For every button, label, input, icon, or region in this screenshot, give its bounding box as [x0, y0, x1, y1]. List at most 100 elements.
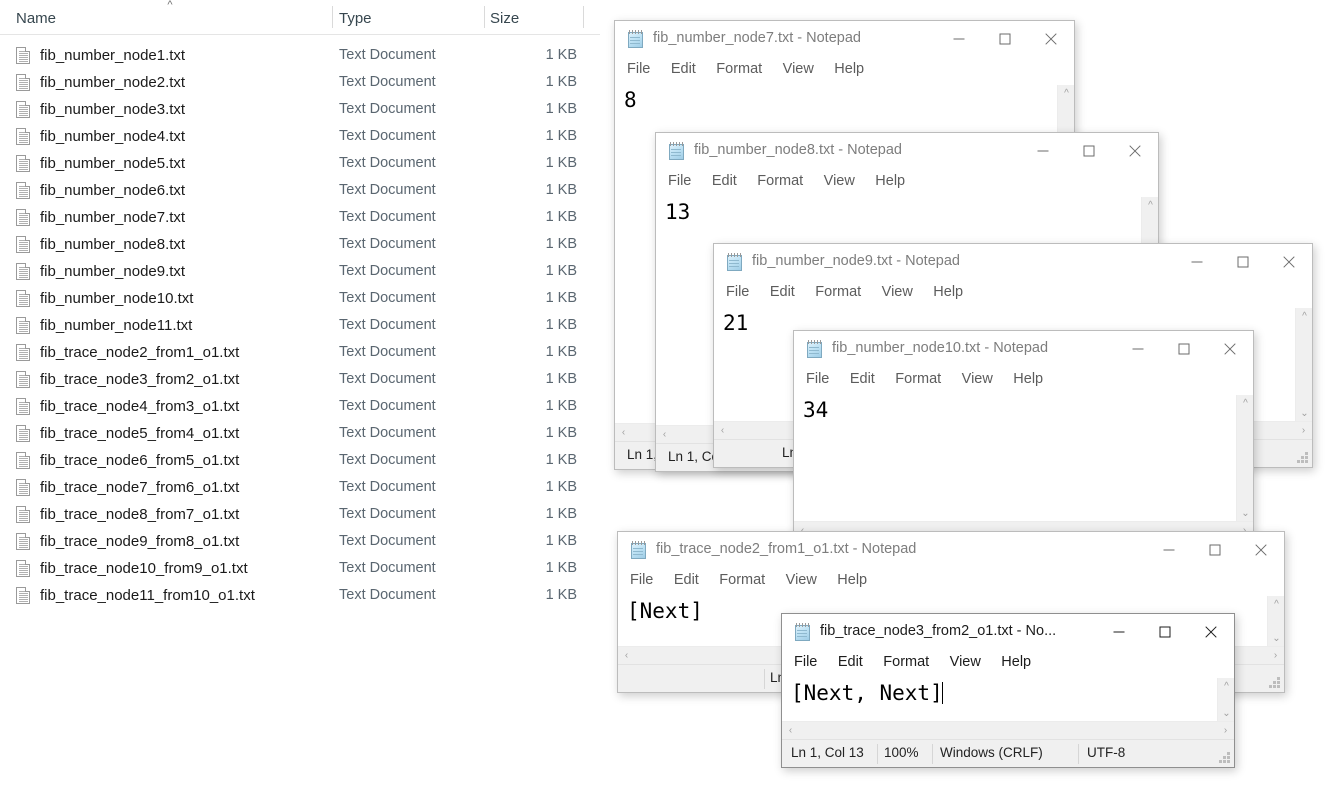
notepad-window-fib-trace-node3-active[interactable]: fib_trace_node3_from2_o1.txt - No... Fil…: [781, 613, 1235, 768]
menu-item-format[interactable]: Format: [757, 168, 803, 194]
horizontal-scrollbar[interactable]: ‹ ›: [782, 721, 1234, 739]
menu-item-help[interactable]: Help: [837, 567, 867, 593]
scroll-down-icon[interactable]: ⌄: [1218, 705, 1234, 722]
scroll-right-icon[interactable]: ›: [1267, 647, 1284, 664]
notepad-window-fib-number-node10[interactable]: fib_number_node10.txt - Notepad File Edi…: [793, 330, 1254, 540]
table-row[interactable]: fib_trace_node7_from6_o1.txt Text Documen…: [0, 474, 600, 501]
table-row[interactable]: fib_number_node1.txt Text Document 1 KB: [0, 42, 600, 69]
menu-item-edit[interactable]: Edit: [838, 649, 863, 675]
title-bar[interactable]: fib_trace_node2_from1_o1.txt - Notepad: [618, 532, 1284, 567]
table-row[interactable]: fib_number_node9.txt Text Document 1 KB: [0, 258, 600, 285]
table-row[interactable]: fib_trace_node8_from7_o1.txt Text Documen…: [0, 501, 600, 528]
menu-item-file[interactable]: File: [627, 56, 650, 82]
menu-item-view[interactable]: View: [824, 168, 855, 194]
table-row[interactable]: fib_number_node11.txt Text Document 1 KB: [0, 312, 600, 339]
vertical-scrollbar[interactable]: ^ ⌄: [1217, 678, 1234, 722]
title-bar[interactable]: fib_number_node8.txt - Notepad: [656, 133, 1158, 168]
vertical-scrollbar[interactable]: ^ ⌄: [1236, 395, 1253, 522]
menu-item-file[interactable]: File: [794, 649, 817, 675]
minimize-button[interactable]: [1115, 331, 1161, 366]
menu-item-edit[interactable]: Edit: [850, 366, 875, 392]
menu-item-file[interactable]: File: [806, 366, 829, 392]
minimize-button[interactable]: [1146, 532, 1192, 567]
scroll-up-icon[interactable]: ^: [1268, 596, 1284, 613]
menu-item-edit[interactable]: Edit: [770, 279, 795, 305]
text-editor-area[interactable]: 34 ^ ⌄: [794, 395, 1253, 522]
column-divider[interactable]: [583, 6, 584, 28]
scroll-up-icon[interactable]: ^: [1058, 85, 1074, 102]
table-row[interactable]: fib_number_node10.txt Text Document 1 KB: [0, 285, 600, 312]
menu-item-format[interactable]: Format: [719, 567, 765, 593]
minimize-button[interactable]: [936, 21, 982, 56]
table-row[interactable]: fib_trace_node9_from8_o1.txt Text Documen…: [0, 528, 600, 555]
menu-item-format[interactable]: Format: [716, 56, 762, 82]
resize-gripper[interactable]: [1217, 750, 1230, 763]
menu-item-edit[interactable]: Edit: [674, 567, 699, 593]
table-row[interactable]: fib_trace_node2_from1_o1.txt Text Documen…: [0, 339, 600, 366]
column-header-size[interactable]: Size: [490, 10, 519, 27]
menu-item-file[interactable]: File: [668, 168, 691, 194]
menu-item-file[interactable]: File: [630, 567, 653, 593]
title-bar[interactable]: fib_number_node7.txt - Notepad: [615, 21, 1074, 56]
table-row[interactable]: fib_number_node4.txt Text Document 1 KB: [0, 123, 600, 150]
scroll-down-icon[interactable]: ⌄: [1268, 630, 1284, 647]
menu-item-view[interactable]: View: [786, 567, 817, 593]
menu-item-help[interactable]: Help: [933, 279, 963, 305]
title-bar[interactable]: fib_number_node9.txt - Notepad: [714, 244, 1312, 279]
scroll-up-icon[interactable]: ^: [1142, 197, 1158, 214]
close-button[interactable]: [1266, 244, 1312, 279]
scroll-right-icon[interactable]: ›: [1217, 722, 1234, 739]
table-row[interactable]: fib_trace_node5_from4_o1.txt Text Documen…: [0, 420, 600, 447]
maximize-button[interactable]: [1066, 133, 1112, 168]
resize-gripper[interactable]: [1267, 675, 1280, 688]
maximize-button[interactable]: [982, 21, 1028, 56]
maximize-button[interactable]: [1161, 331, 1207, 366]
column-header-name[interactable]: Name: [16, 10, 56, 27]
menu-item-view[interactable]: View: [783, 56, 814, 82]
maximize-button[interactable]: [1142, 614, 1188, 649]
table-row[interactable]: fib_trace_node10_from9_o1.txt Text Docume…: [0, 555, 600, 582]
scroll-left-icon[interactable]: ‹: [656, 426, 673, 443]
scroll-up-icon[interactable]: ^: [1218, 678, 1234, 695]
column-divider[interactable]: [332, 6, 333, 28]
close-button[interactable]: [1028, 21, 1074, 56]
vertical-scrollbar[interactable]: ^ ⌄: [1267, 596, 1284, 647]
scroll-down-icon[interactable]: ⌄: [1296, 405, 1312, 422]
table-row[interactable]: fib_number_node8.txt Text Document 1 KB: [0, 231, 600, 258]
table-row[interactable]: fib_number_node2.txt Text Document 1 KB: [0, 69, 600, 96]
minimize-button[interactable]: [1020, 133, 1066, 168]
maximize-button[interactable]: [1192, 532, 1238, 567]
scroll-left-icon[interactable]: ‹: [618, 647, 635, 664]
table-row[interactable]: fib_trace_node11_from10_o1.txt Text Docum…: [0, 582, 600, 609]
title-bar[interactable]: fib_number_node10.txt - Notepad: [794, 331, 1253, 366]
minimize-button[interactable]: [1096, 614, 1142, 649]
maximize-button[interactable]: [1220, 244, 1266, 279]
table-row[interactable]: fib_number_node6.txt Text Document 1 KB: [0, 177, 600, 204]
table-row[interactable]: fib_trace_node6_from5_o1.txt Text Documen…: [0, 447, 600, 474]
menu-item-edit[interactable]: Edit: [671, 56, 696, 82]
column-header-type[interactable]: Type: [339, 10, 372, 27]
table-row[interactable]: fib_number_node7.txt Text Document 1 KB: [0, 204, 600, 231]
scroll-left-icon[interactable]: ‹: [615, 424, 632, 441]
resize-gripper[interactable]: [1295, 450, 1308, 463]
scroll-up-icon[interactable]: ^: [1237, 395, 1253, 412]
menu-item-help[interactable]: Help: [1013, 366, 1043, 392]
menu-item-view[interactable]: View: [882, 279, 913, 305]
menu-item-format[interactable]: Format: [883, 649, 929, 675]
table-row[interactable]: fib_number_node5.txt Text Document 1 KB: [0, 150, 600, 177]
menu-item-file[interactable]: File: [726, 279, 749, 305]
scroll-left-icon[interactable]: ‹: [714, 422, 731, 439]
close-button[interactable]: [1112, 133, 1158, 168]
vertical-scrollbar[interactable]: ^ ⌄: [1295, 308, 1312, 422]
scroll-down-icon[interactable]: ⌄: [1237, 505, 1253, 522]
menu-item-help[interactable]: Help: [834, 56, 864, 82]
close-button[interactable]: [1188, 614, 1234, 649]
menu-item-help[interactable]: Help: [1001, 649, 1031, 675]
scroll-left-icon[interactable]: ‹: [782, 722, 799, 739]
menu-item-view[interactable]: View: [962, 366, 993, 392]
menu-item-view[interactable]: View: [950, 649, 981, 675]
close-button[interactable]: [1207, 331, 1253, 366]
menu-item-help[interactable]: Help: [875, 168, 905, 194]
status-zoom[interactable]: 100%: [884, 745, 919, 760]
minimize-button[interactable]: [1174, 244, 1220, 279]
